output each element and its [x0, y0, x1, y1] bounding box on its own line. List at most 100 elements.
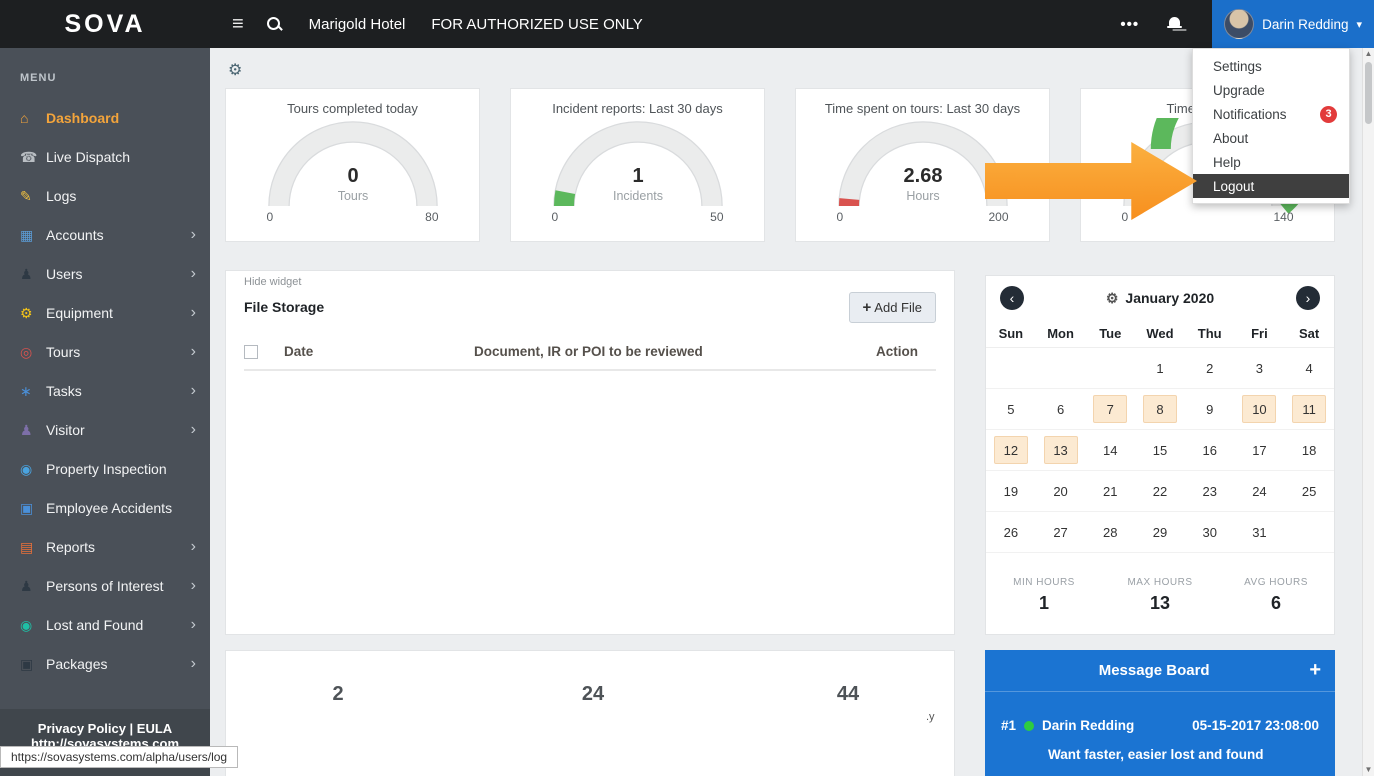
sidebar-item-reports[interactable]: ▤ Reports ›	[0, 527, 210, 566]
dashboard-page: { "icons": { "hamburger": "≡", "chevron_…	[0, 0, 1374, 776]
calendar-settings-icon[interactable]: ⚙	[1106, 290, 1119, 306]
more-options-icon[interactable]: •••	[1120, 16, 1139, 33]
calendar-day-24[interactable]: 24	[1234, 471, 1285, 512]
calendar-day-9[interactable]: 9	[1184, 389, 1235, 430]
gauge-svg: 0 Tours	[267, 121, 438, 207]
add-message-button[interactable]: +	[1309, 659, 1321, 682]
scroll-up-arrow-icon[interactable]: ▲	[1363, 48, 1374, 60]
sidebar: MENU ⌂ Dashboard ☎ Live Dispatch ✎ Logs ▦ Accou…	[0, 48, 210, 776]
calendar-day-name: Sat	[1299, 326, 1320, 341]
calendar-day-19[interactable]: 19	[986, 471, 1036, 512]
search-icon[interactable]	[266, 16, 283, 33]
sidebar-item-equipment[interactable]: ⚙ Equipment ›	[0, 293, 210, 332]
sidebar-item-employee-accidents[interactable]: ▣ Employee Accidents	[0, 488, 210, 527]
calendar-day-8[interactable]: 8	[1135, 389, 1185, 430]
calendar-day-16[interactable]: 16	[1184, 430, 1235, 471]
calendar-empty-cell	[1284, 512, 1334, 553]
add-file-button[interactable]: + Add File	[848, 291, 936, 323]
calendar-day-12[interactable]: 12	[986, 430, 1036, 471]
bottom-widget: .y 2 24 44	[225, 650, 955, 776]
menu-item-notifications[interactable]: Notifications 3	[1193, 102, 1349, 126]
users-icon: ♟	[20, 265, 33, 282]
sidebar-item-live-dispatch[interactable]: ☎ Live Dispatch	[0, 137, 210, 176]
sidebar-item-persons-of-interest[interactable]: ♟ Persons of Interest ›	[0, 566, 210, 605]
sidebar-item-dashboard[interactable]: ⌂ Dashboard	[0, 98, 210, 137]
calendar-day-5[interactable]: 5	[986, 389, 1036, 430]
sidebar-item-accounts[interactable]: ▦ Accounts ›	[0, 215, 210, 254]
calendar-day-number: 25	[1301, 483, 1317, 499]
calendar-day-23[interactable]: 23	[1184, 471, 1235, 512]
property-name: Marigold Hotel	[308, 15, 406, 33]
svg-text:Incidents: Incidents	[612, 189, 662, 203]
calendar-day-number: 3	[1255, 360, 1264, 376]
calendar-day-number: 18	[1301, 442, 1317, 458]
calendar-next-button[interactable]: ›	[1296, 286, 1320, 310]
sidebar-item-tours[interactable]: ◎ Tours ›	[0, 332, 210, 371]
calendar-day-1[interactable]: 1	[1135, 348, 1185, 389]
hide-widget-link[interactable]: Hide widget	[244, 276, 936, 288]
calendar-day-22[interactable]: 22	[1135, 471, 1185, 512]
calendar-day-17[interactable]: 17	[1234, 430, 1285, 471]
employee-accidents-icon: ▣	[20, 499, 34, 516]
calendar-day-14[interactable]: 14	[1085, 430, 1136, 471]
notifications-bell-icon[interactable]	[1167, 16, 1183, 32]
calendar-day-10[interactable]: 10	[1234, 389, 1285, 430]
calendar-day-15[interactable]: 15	[1135, 430, 1185, 471]
sidebar-item-lost-and-found[interactable]: ◉ Lost and Found ›	[0, 605, 210, 644]
sidebar-item-property-inspection[interactable]: ◉ Property Inspection	[0, 449, 210, 488]
menu-item-upgrade[interactable]: Upgrade	[1193, 78, 1349, 102]
calendar-day-26[interactable]: 26	[986, 512, 1036, 553]
calendar-day-30[interactable]: 30	[1184, 512, 1235, 553]
sidebar-item-label: Property Inspection	[46, 460, 167, 477]
calendar-day-11[interactable]: 11	[1284, 389, 1334, 430]
scrollbar[interactable]: ▲ ▼	[1362, 48, 1374, 776]
calendar-day-27[interactable]: 27	[1035, 512, 1086, 553]
calendar-day-31[interactable]: 31	[1234, 512, 1285, 553]
gauge-card-tours-completed: Tours completed today 0 Tours 0 80	[225, 88, 480, 242]
hamburger-menu-icon[interactable]: ≡	[232, 14, 244, 34]
dashboard-settings-icon[interactable]: ⚙	[228, 60, 242, 80]
calendar-day-3[interactable]: 3	[1234, 348, 1285, 389]
menu-item-about[interactable]: About	[1193, 126, 1349, 150]
calendar-day-20[interactable]: 20	[1035, 471, 1086, 512]
sidebar-item-label: Users	[46, 265, 83, 282]
sidebar-item-tasks[interactable]: ∗ Tasks ›	[0, 371, 210, 410]
calendar-day-18[interactable]: 18	[1284, 430, 1334, 471]
scroll-down-arrow-icon[interactable]: ▼	[1363, 764, 1374, 776]
chevron-right-icon: ›	[190, 420, 196, 438]
menu-item-label: Settings	[1213, 58, 1262, 74]
calendar-day-13[interactable]: 13	[1035, 430, 1086, 471]
calendar-day-number: 22	[1152, 483, 1168, 499]
message-row[interactable]: #1 Darin Redding 05-15-2017 23:08:00	[985, 692, 1335, 733]
calendar-day-names: Sun Mon Tue Wed Thu Fri Sat	[986, 320, 1334, 348]
tasks-icon: ∗	[20, 382, 32, 399]
sidebar-item-users[interactable]: ♟ Users ›	[0, 254, 210, 293]
calendar-day-7[interactable]: 7	[1085, 389, 1136, 430]
calendar-day-number: 2	[1206, 360, 1214, 376]
menu-item-settings[interactable]: Settings	[1193, 54, 1349, 78]
scrollbar-thumb[interactable]	[1365, 62, 1372, 124]
menu-item-help[interactable]: Help	[1193, 150, 1349, 174]
select-all-checkbox[interactable]	[244, 344, 258, 359]
privacy-eula-links[interactable]: Privacy Policy | EULA	[0, 721, 210, 736]
sidebar-item-visitor[interactable]: ♟ Visitor ›	[0, 410, 210, 449]
calendar-day-number: 5	[1007, 401, 1015, 417]
svg-text:1: 1	[632, 165, 643, 187]
sidebar-item-label: Packages	[46, 655, 108, 672]
calendar-day-2[interactable]: 2	[1184, 348, 1235, 389]
message-preview[interactable]: Want faster, easier lost and found	[985, 733, 1335, 762]
sidebar-item-logs[interactable]: ✎ Logs	[0, 176, 210, 215]
user-menu-button[interactable]: Darin Redding ▾	[1212, 0, 1374, 48]
file-storage-widget: Hide widget File Storage + Add File Date …	[225, 270, 955, 635]
calendar-day-4[interactable]: 4	[1284, 348, 1334, 389]
calendar-day-21[interactable]: 21	[1085, 471, 1136, 512]
menu-item-logout[interactable]: Logout	[1193, 174, 1349, 198]
calendar-day-25[interactable]: 25	[1284, 471, 1334, 512]
calendar-day-28[interactable]: 28	[1085, 512, 1136, 553]
calendar-day-6[interactable]: 6	[1035, 389, 1086, 430]
topbar: SOVA ≡ Marigold Hotel FOR AUTHORIZED USE…	[0, 0, 1374, 48]
calendar-day-29[interactable]: 29	[1135, 512, 1185, 553]
calendar-prev-button[interactable]: ‹	[1000, 286, 1024, 310]
calendar-grid: 1 2 3 4 5 6 7 8 9 10 11 12 13 14 15 16 17 18 19 20 21 22 23 24 2…	[986, 348, 1334, 553]
sidebar-item-packages[interactable]: ▣ Packages ›	[0, 644, 210, 683]
